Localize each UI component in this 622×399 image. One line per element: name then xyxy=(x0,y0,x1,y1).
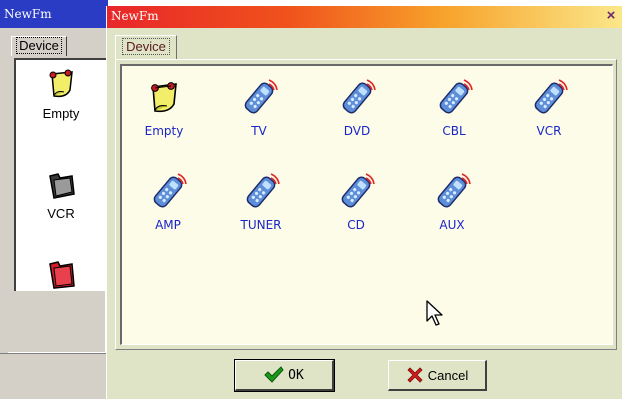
mouse-cursor-icon xyxy=(426,300,443,326)
folder-red-icon xyxy=(49,261,75,289)
device-label: Empty xyxy=(144,124,184,138)
device-label: CD xyxy=(347,218,365,232)
check-icon xyxy=(264,366,284,383)
background-item-folder[interactable] xyxy=(16,256,106,290)
device-label: AUX xyxy=(439,218,465,232)
device-item-vcr[interactable]: VCR xyxy=(514,78,584,138)
ok-button[interactable]: OK xyxy=(234,359,335,392)
device-label: TV xyxy=(251,124,267,138)
remote-control-icon xyxy=(244,79,278,114)
device-label: DVD xyxy=(343,124,371,138)
device-label: CBL xyxy=(442,124,466,138)
remote-control-icon xyxy=(153,173,187,208)
background-divider xyxy=(0,353,108,354)
device-item-cd[interactable]: CD xyxy=(321,172,391,232)
tab-device[interactable]: Device xyxy=(115,35,177,59)
background-tab-device[interactable]: Device xyxy=(11,36,67,56)
tab-device-label: Device xyxy=(122,38,170,55)
background-device-list: Empty VCR xyxy=(14,58,106,291)
dialog-title: NewFm xyxy=(111,9,159,23)
device-grid: Empty TV DVD CBL VCR AMP TUNER CD AUX xyxy=(120,64,613,345)
folder-dark-icon xyxy=(49,173,75,199)
background-item-vcr[interactable]: VCR xyxy=(16,168,106,221)
note-pin-icon xyxy=(49,69,73,98)
background-tab-label: Device xyxy=(16,37,62,54)
note-pin-icon xyxy=(151,82,177,113)
device-item-cbl[interactable]: CBL xyxy=(419,78,489,138)
device-item-tuner[interactable]: TUNER xyxy=(226,172,296,232)
cross-icon xyxy=(407,367,423,383)
remote-control-icon xyxy=(342,79,376,114)
remote-control-icon xyxy=(437,173,471,208)
newfm-dialog: NewFm × Device Empty TV DVD CBL VCR AMP … xyxy=(106,6,622,399)
close-icon[interactable]: × xyxy=(603,8,619,24)
background-lower-panel xyxy=(8,291,106,353)
remote-control-icon xyxy=(534,79,568,114)
cancel-button[interactable]: Cancel xyxy=(388,360,487,391)
device-item-amp[interactable]: AMP xyxy=(133,172,203,232)
device-item-aux[interactable]: AUX xyxy=(417,172,487,232)
dialog-titlebar[interactable]: NewFm × xyxy=(107,6,622,28)
ok-button-label: OK xyxy=(288,367,304,383)
background-item-label: Empty xyxy=(42,106,80,121)
device-label: VCR xyxy=(536,124,562,138)
background-window: NewFm Device Empty VCR xyxy=(0,0,108,399)
background-titlebar[interactable]: NewFm xyxy=(0,0,108,28)
device-item-empty[interactable]: Empty xyxy=(129,78,199,138)
device-item-dvd[interactable]: DVD xyxy=(322,78,392,138)
background-item-empty[interactable]: Empty xyxy=(16,68,106,121)
cancel-button-label: Cancel xyxy=(427,367,469,383)
background-window-title: NewFm xyxy=(4,7,52,21)
remote-control-icon xyxy=(439,79,473,114)
tab-panel: Empty TV DVD CBL VCR AMP TUNER CD AUX xyxy=(115,59,617,350)
device-label: TUNER xyxy=(240,218,282,232)
background-item-label: VCR xyxy=(47,206,75,221)
device-item-tv[interactable]: TV xyxy=(224,78,294,138)
remote-control-icon xyxy=(246,173,280,208)
remote-control-icon xyxy=(341,173,375,208)
device-label: AMP xyxy=(155,218,181,232)
